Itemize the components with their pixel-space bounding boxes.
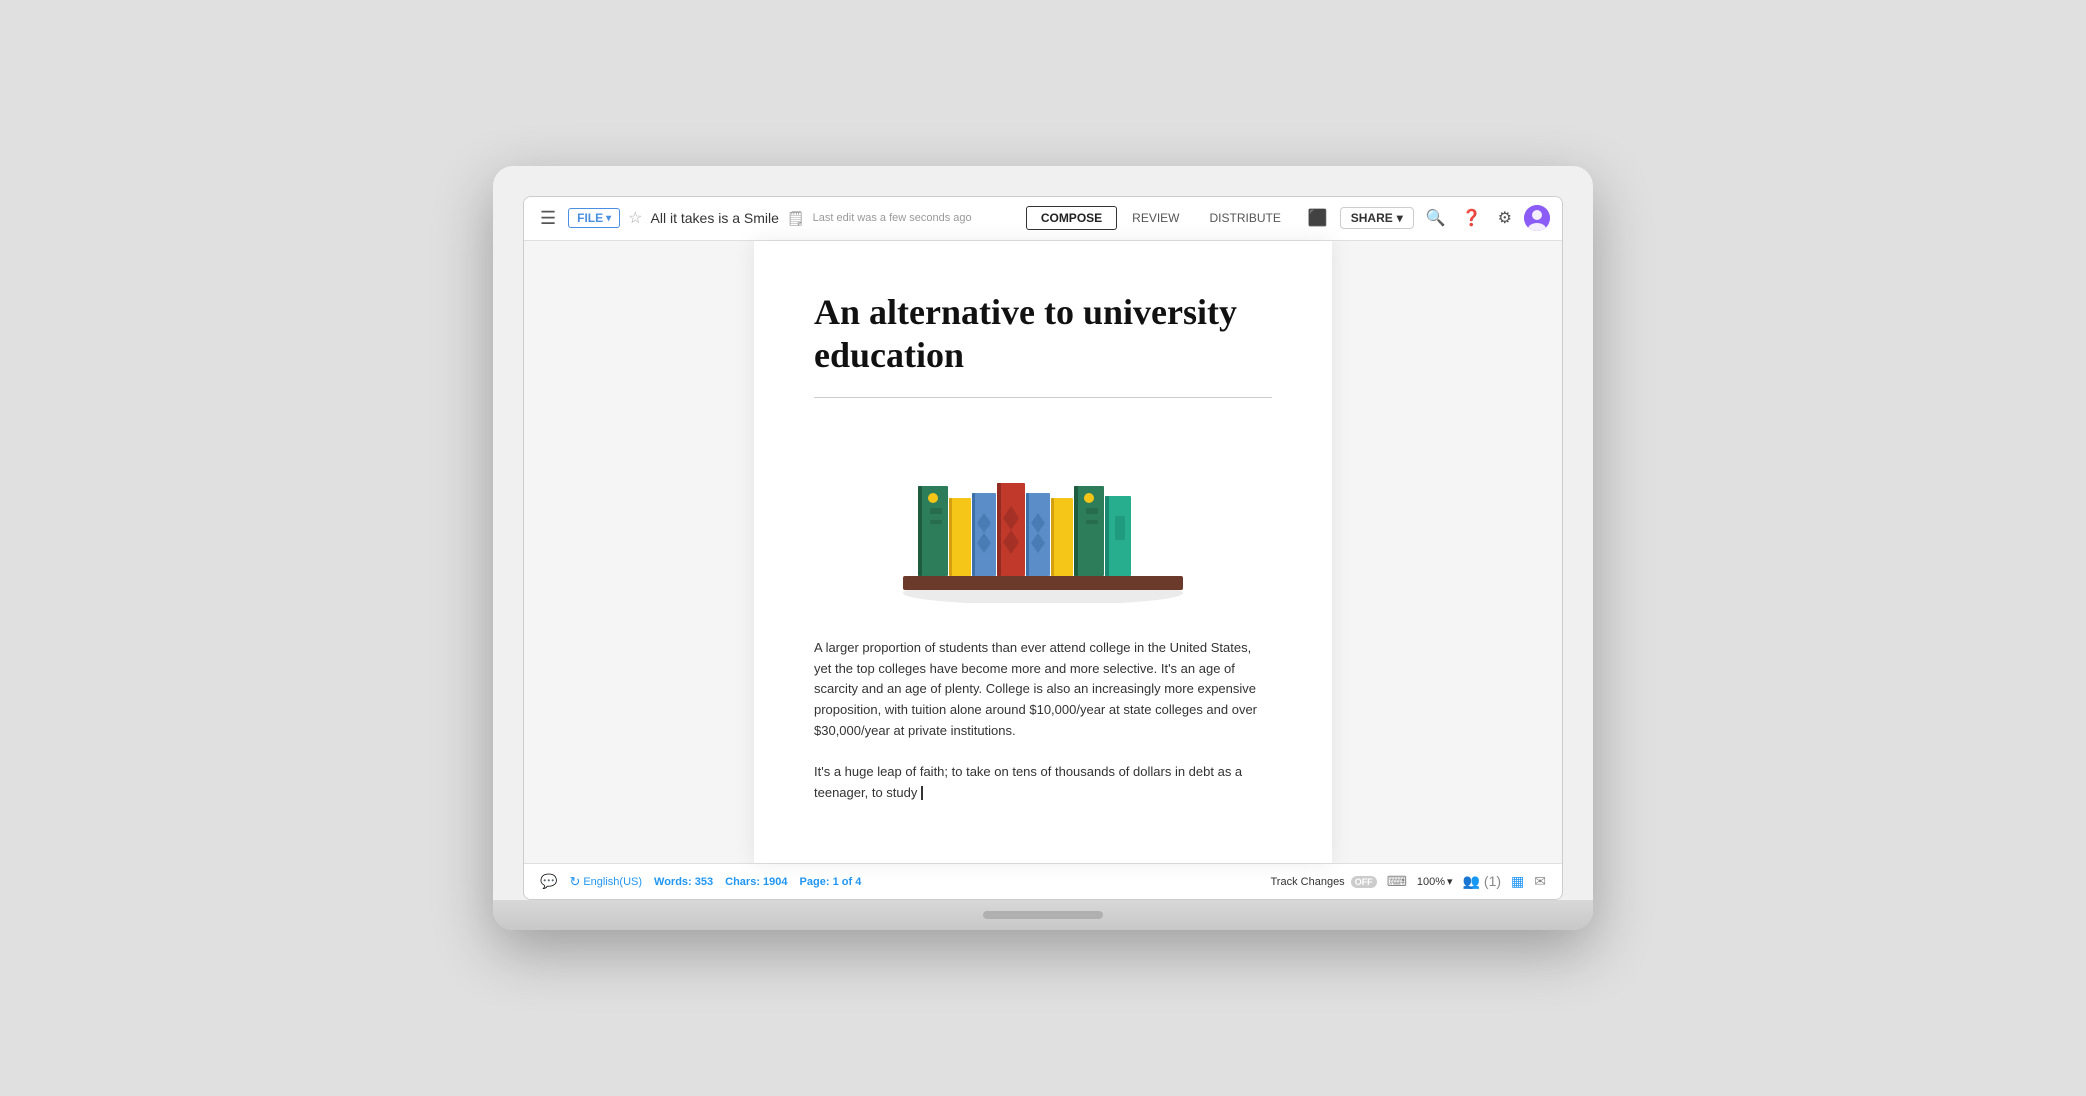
- last-edit-text: Last edit was a few seconds ago: [813, 212, 972, 224]
- main-area: An alternative to university education: [524, 241, 1562, 864]
- language-icon: ↻: [569, 874, 580, 890]
- file-button[interactable]: FILE ▾: [568, 208, 620, 228]
- comment-icon[interactable]: 💬: [540, 873, 557, 890]
- file-label: FILE: [577, 211, 603, 225]
- paragraph-1: A larger proportion of students than eve…: [814, 638, 1272, 742]
- star-icon[interactable]: ☆: [628, 208, 642, 228]
- toolbar: ☰ FILE ▾ ☆ All it takes is a Smile 🗒 Las…: [524, 197, 1562, 241]
- laptop-frame: ☰ FILE ▾ ☆ All it takes is a Smile 🗒 Las…: [493, 166, 1593, 931]
- track-changes: Track Changes OFF: [1271, 876, 1377, 888]
- words-count: Words: 353: [654, 876, 713, 888]
- analytics-icon[interactable]: ⬛: [1304, 204, 1332, 232]
- tab-review[interactable]: REVIEW: [1117, 206, 1194, 230]
- collaborators-icon[interactable]: 👥 (1): [1463, 873, 1501, 890]
- share-button[interactable]: SHARE ▾: [1340, 207, 1414, 229]
- keyboard-icon[interactable]: ⌨: [1387, 873, 1407, 890]
- document-title: All it takes is a Smile: [651, 210, 779, 226]
- page-view-icon[interactable]: ▦: [1511, 873, 1524, 890]
- help-icon[interactable]: ❓: [1458, 204, 1486, 232]
- zoom-chevron-icon: ▾: [1447, 875, 1453, 888]
- laptop-notch: [983, 911, 1103, 919]
- language-label: English(US): [583, 876, 642, 888]
- avatar[interactable]: [1524, 205, 1550, 231]
- share-label: SHARE: [1351, 211, 1393, 225]
- toolbar-left: ☰ FILE ▾ ☆ All it takes is a Smile 🗒 Las…: [536, 204, 1018, 233]
- right-sidebar: [1332, 241, 1562, 864]
- hamburger-icon[interactable]: ☰: [536, 204, 560, 233]
- document-area[interactable]: An alternative to university education: [754, 241, 1332, 864]
- search-icon[interactable]: 🔍: [1422, 204, 1450, 232]
- books-illustration: [814, 428, 1272, 603]
- doc-icon: 🗒: [787, 210, 805, 227]
- laptop-screen: ☰ FILE ▾ ☆ All it takes is a Smile 🗒 Las…: [523, 196, 1563, 901]
- doc-divider: [814, 397, 1272, 398]
- status-right: Track Changes OFF ⌨ 100% ▾ 👥 (1) ▦ ✉: [1271, 873, 1547, 890]
- paragraph-2: It's a huge leap of faith; to take on te…: [814, 762, 1272, 804]
- status-bar: 💬 ↻ English(US) Words: 353 Chars: 1904 P…: [524, 863, 1562, 899]
- toolbar-tabs: COMPOSE REVIEW DISTRIBUTE: [1026, 206, 1296, 230]
- document-body: A larger proportion of students than eve…: [814, 638, 1272, 804]
- file-chevron-icon: ▾: [606, 213, 611, 224]
- mail-icon[interactable]: ✉: [1534, 873, 1546, 890]
- share-chevron-icon: ▾: [1397, 211, 1403, 225]
- document-heading: An alternative to university education: [814, 291, 1272, 377]
- left-sidebar: [524, 241, 754, 864]
- chars-count: Chars: 1904: [725, 876, 787, 888]
- zoom-control[interactable]: 100% ▾: [1417, 875, 1453, 888]
- tab-distribute[interactable]: DISTRIBUTE: [1195, 206, 1296, 230]
- status-left: 💬 ↻ English(US) Words: 353 Chars: 1904 P…: [540, 873, 1255, 890]
- track-changes-toggle[interactable]: OFF: [1351, 876, 1377, 888]
- tab-compose[interactable]: COMPOSE: [1026, 206, 1117, 230]
- language-selector[interactable]: ↻ English(US): [569, 874, 642, 890]
- laptop-base: [493, 900, 1593, 930]
- books-svg: [873, 428, 1213, 603]
- settings-icon[interactable]: ⚙: [1494, 204, 1516, 232]
- zoom-level: 100%: [1417, 876, 1445, 888]
- text-cursor: [921, 786, 923, 800]
- page-count: Page: 1 of 4: [800, 876, 862, 888]
- track-changes-label: Track Changes: [1271, 876, 1345, 888]
- toolbar-right: ⬛ SHARE ▾ 🔍 ❓ ⚙: [1304, 204, 1550, 232]
